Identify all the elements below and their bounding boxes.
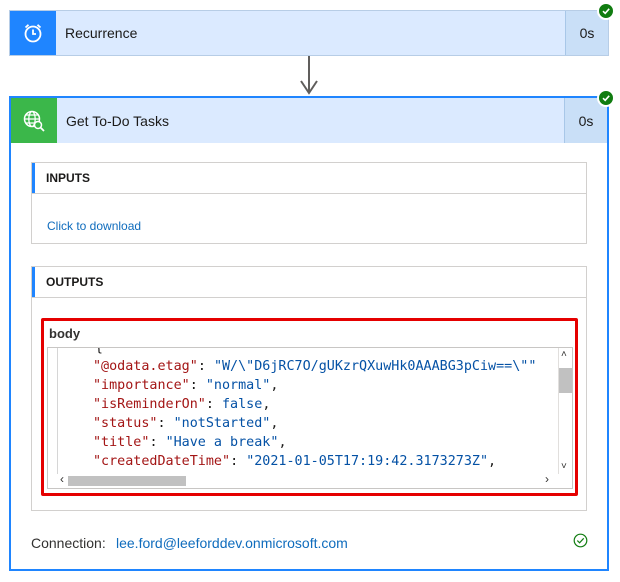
code-line: "createdDateTime": "2021-01-05T17:19:42.… <box>93 454 497 469</box>
json-code-lines: "@odata.etag": "W/\"D6jRC7O/gUKzrQXuwHk0… <box>93 357 537 488</box>
json-open-brace: { <box>95 347 103 355</box>
horizontal-scrollbar[interactable]: ‹ › <box>48 472 560 488</box>
connection-ok-icon <box>573 533 588 548</box>
outputs-heading: OUTPUTS <box>32 267 586 298</box>
recurrence-step-card[interactable]: Recurrence 0s <box>9 10 609 56</box>
scroll-down-icon[interactable]: ˅ <box>561 461 567 472</box>
json-code-viewer[interactable]: { "@odata.etag": "W/\"D6jRC7O/gUKzrQXuwH… <box>47 347 573 489</box>
json-value: "normal" <box>205 378 271 393</box>
connection-label: Connection: <box>31 535 106 551</box>
success-check-icon <box>597 89 615 107</box>
get-todo-tasks-card: Get To-Do Tasks 0s INPUTS Click to downl… <box>9 96 609 571</box>
code-line: "isReminderOn": false, <box>93 397 271 412</box>
inputs-section: INPUTS Click to download <box>31 162 587 244</box>
body-output-highlight: body { "@odata.etag": "W/\"D6jRC7O/gUKzr… <box>41 318 578 496</box>
alarm-clock-icon <box>10 11 56 55</box>
click-to-download-link[interactable]: Click to download <box>47 219 141 233</box>
code-line: "importance": "normal", <box>93 378 279 393</box>
success-check-icon <box>597 2 615 20</box>
outputs-section: OUTPUTS body { "@odata.etag": "W/\"D6jRC… <box>31 266 587 511</box>
code-gutter <box>57 348 58 474</box>
get-todo-tasks-title: Get To-Do Tasks <box>66 112 169 129</box>
connection-row: Connection: lee.ford@leeforddev.onmicros… <box>31 533 591 553</box>
scroll-up-icon[interactable]: ˄ <box>561 349 567 360</box>
recurrence-step-title: Recurrence <box>65 25 138 41</box>
code-line: "@odata.etag": "W/\"D6jRC7O/gUKzrQXuwHk0… <box>93 359 537 374</box>
code-line: "status": "notStarted", <box>93 416 279 431</box>
json-value: false <box>222 397 263 412</box>
json-value: "W/\"D6jRC7O/gUKzrQXuwHk0AAABG3pCiw==\"" <box>213 359 537 374</box>
connection-email-link[interactable]: lee.ford@leeforddev.onmicrosoft.com <box>116 535 348 551</box>
json-value: "Have a break" <box>165 435 279 450</box>
json-key: "@odata.etag" <box>93 359 198 374</box>
get-todo-tasks-header[interactable]: Get To-Do Tasks 0s <box>11 98 607 143</box>
json-key: "isReminderOn" <box>93 397 206 412</box>
body-label: body <box>49 326 81 341</box>
json-key: "importance" <box>93 378 190 393</box>
scroll-left-icon[interactable]: ‹ <box>60 472 64 486</box>
json-key: "createdDateTime" <box>93 454 231 469</box>
vertical-scrollbar[interactable]: ˄ ˅ <box>558 348 572 474</box>
vertical-scroll-thumb[interactable] <box>559 368 572 393</box>
code-line: "title": "Have a break", <box>93 435 287 450</box>
inputs-heading: INPUTS <box>32 163 586 194</box>
globe-search-icon <box>11 98 57 143</box>
json-key: "title" <box>93 435 150 450</box>
json-value: "notStarted" <box>173 416 271 431</box>
json-value: "2021-01-05T17:19:42.3173273Z" <box>246 454 489 469</box>
json-key: "status" <box>93 416 158 431</box>
flow-arrow-icon <box>300 80 318 95</box>
horizontal-scroll-thumb[interactable] <box>68 476 186 486</box>
scroll-right-icon[interactable]: › <box>545 472 549 486</box>
